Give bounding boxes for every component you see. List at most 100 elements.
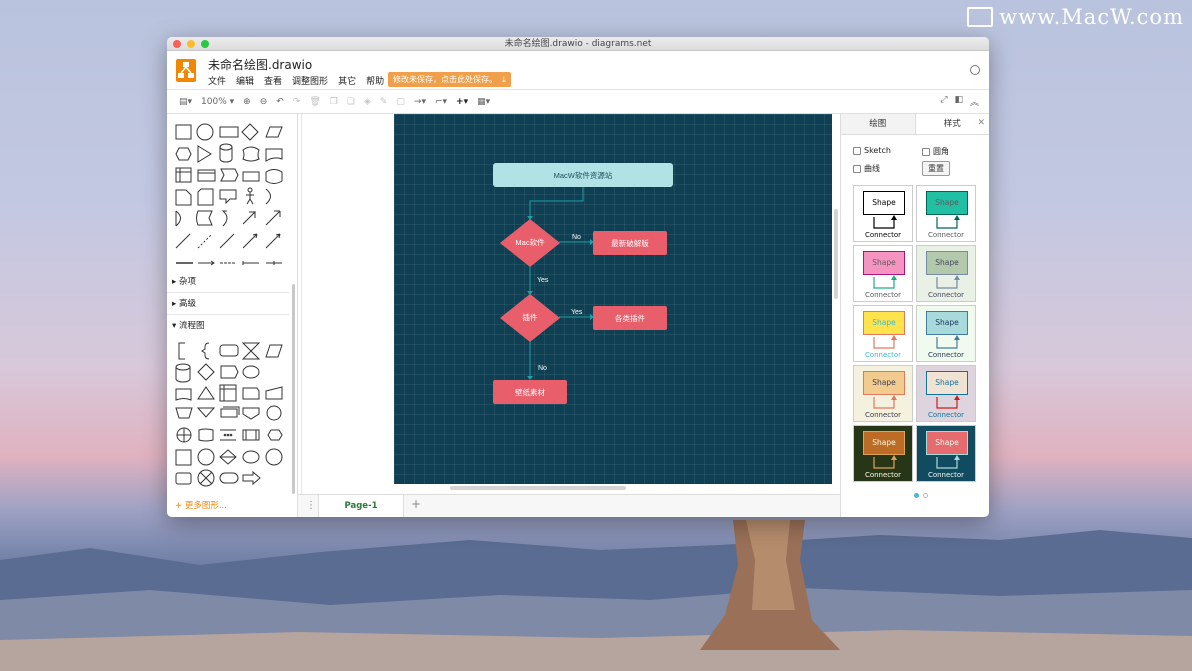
menu-arrange[interactable]: 调整图形 — [292, 74, 328, 87]
toolbar-right: ⤢ ◧ ︽ — [940, 95, 979, 108]
style-preset-card[interactable]: Shape Connector — [853, 365, 913, 422]
toolbar: ▤▾ 100% ▾ ⊕ ⊖ ↶ ↷ 🗑 ❐ ❏ ◈ ✎ ▢ →▾ ⌐▾ +▾ ▦… — [167, 90, 989, 114]
node-mac-software-label: Mac软件 — [515, 237, 545, 247]
style-preset-connector-label: Connector — [864, 351, 902, 359]
undo-icon[interactable]: ↶ — [276, 97, 284, 107]
close-window-button[interactable] — [173, 40, 181, 48]
traffic-lights — [173, 40, 209, 48]
zoom-window-button[interactable] — [201, 40, 209, 48]
panel-splitter[interactable] — [298, 114, 302, 494]
style-page-dot-1[interactable] — [914, 493, 919, 498]
reset-button[interactable]: 重置 — [922, 161, 950, 176]
style-preset-connector-label: Connector — [927, 411, 965, 419]
delete-icon[interactable]: 🗑 — [309, 97, 320, 107]
curved-option[interactable]: 曲线 — [853, 163, 880, 174]
document-title[interactable]: 未命名绘图.drawio — [208, 56, 312, 73]
page-tab[interactable]: Page-1 — [318, 495, 404, 517]
left-panel-scrollbar[interactable] — [292, 284, 295, 494]
menu-edit[interactable]: 编辑 — [236, 74, 254, 87]
style-preset-card[interactable]: Shape Connector — [916, 425, 976, 482]
minimize-window-button[interactable] — [187, 40, 195, 48]
monitor-icon — [967, 7, 994, 27]
section-misc-label: 杂项 — [178, 277, 196, 287]
format-panel: 绘图 样式 ✕ Sketch 圆角 曲线 重置 Shape Connector Sh… — [840, 114, 989, 517]
style-preset-connector-label: Connector — [927, 291, 965, 299]
unsaved-changes-button[interactable]: 修改未保存，点击此处保存。 ⤓ — [388, 72, 511, 87]
canvas-vertical-scrollbar[interactable] — [834, 209, 838, 299]
table-icon[interactable]: ▦▾ — [477, 97, 490, 107]
sketch-option[interactable]: Sketch — [853, 146, 891, 155]
style-page-dots — [914, 493, 928, 498]
section-advanced-label: 高级 — [178, 299, 196, 309]
zoom-in-icon[interactable]: ⊕ — [243, 97, 251, 107]
tab-diagram[interactable]: 绘图 — [841, 114, 916, 134]
zoom-select[interactable]: 100% ▾ — [201, 97, 234, 107]
rounded-label: 圆角 — [933, 147, 949, 156]
connection-style-icon[interactable]: →▾ — [414, 97, 426, 107]
drawio-logo-icon — [176, 59, 196, 82]
edge-label-yes-2: Yes — [571, 309, 583, 316]
style-preset-card[interactable]: Shape Connector — [853, 185, 913, 242]
menu-help[interactable]: 帮助 — [366, 74, 384, 87]
flowchart-diagram: MacW软件资源站 Mac软件 最新破解版 插件 各类插件 壁纸素材 No Ye… — [493, 163, 673, 404]
menu-file[interactable]: 文件 — [208, 74, 226, 87]
style-preset-card[interactable]: Shape Connector — [916, 245, 976, 302]
canvas-area: MacW软件资源站 Mac软件 最新破解版 插件 各类插件 壁纸素材 No Ye… — [298, 114, 840, 517]
section-misc[interactable]: ▸ 杂项 — [167, 271, 289, 293]
style-preset-card[interactable]: Shape Connector — [853, 425, 913, 482]
general-shapes-grid[interactable] — [173, 120, 289, 270]
style-preset-connector-label: Connector — [864, 471, 902, 479]
canvas-horizontal-scrollbar[interactable] — [450, 486, 626, 490]
add-page-icon[interactable]: + — [411, 497, 421, 511]
style-preset-card[interactable]: Shape Connector — [916, 305, 976, 362]
style-preset-card[interactable]: Shape Connector — [853, 305, 913, 362]
flowchart-shapes-grid[interactable] — [173, 340, 289, 488]
app-window: 未命名绘图.drawio - diagrams.net 未命名绘图.drawio… — [167, 37, 989, 517]
rounded-option[interactable]: 圆角 — [922, 146, 949, 157]
watermark: www.MacW.com — [967, 5, 1184, 29]
style-page-dot-2[interactable] — [923, 493, 928, 498]
menu-extras[interactable]: 其它 — [338, 74, 356, 87]
page-menu-icon[interactable]: ⋮ — [306, 500, 316, 511]
node-wallpaper-label: 壁纸素材 — [515, 387, 545, 397]
waypoints-icon[interactable]: ⌐▾ — [435, 97, 447, 107]
fullscreen-icon[interactable]: ⤢ — [940, 95, 947, 108]
to-front-icon[interactable]: ❐ — [330, 97, 338, 107]
sketch-label: Sketch — [864, 146, 891, 155]
sketch-checkbox[interactable] — [853, 146, 861, 155]
section-advanced[interactable]: ▸ 高级 — [167, 293, 289, 315]
style-preset-connector-label: Connector — [927, 231, 965, 239]
diagram-canvas[interactable]: MacW软件资源站 Mac软件 最新破解版 插件 各类插件 壁纸素材 No Ye… — [394, 114, 832, 484]
redo-icon[interactable]: ↷ — [293, 97, 301, 107]
line-color-icon[interactable]: ✎ — [380, 97, 388, 107]
language-globe-icon[interactable] — [970, 65, 980, 75]
watermark-text: www.MacW.com — [999, 5, 1184, 29]
unsaved-notice-text: 修改未保存，点击此处保存。 — [393, 75, 497, 84]
shape-library-panel: ▸ 杂项 ▸ 高级 ▾ 流程图 + 更多图形... — [167, 114, 298, 517]
window-title: 未命名绘图.drawio - diagrams.net — [504, 39, 652, 49]
curved-checkbox[interactable] — [853, 164, 861, 173]
node-plugin-label: 插件 — [523, 312, 538, 322]
section-flowchart[interactable]: ▾ 流程图 — [167, 315, 289, 337]
more-shapes-button[interactable]: + 更多图形... — [175, 499, 227, 511]
edge-top-to-mac — [529, 186, 584, 219]
menu-view[interactable]: 查看 — [264, 74, 282, 87]
format-tabs: 绘图 样式 — [841, 114, 989, 135]
fill-color-icon[interactable]: ◈ — [364, 97, 371, 107]
collapse-icon[interactable]: ︽ — [970, 95, 979, 108]
rounded-checkbox[interactable] — [922, 147, 930, 156]
format-panel-toggle-icon[interactable]: ▤▾ — [179, 97, 192, 107]
style-preset-card[interactable]: Shape Connector — [853, 245, 913, 302]
edge-label-yes-1: Yes — [537, 277, 549, 284]
to-back-icon[interactable]: ❏ — [347, 97, 355, 107]
shadow-icon[interactable]: ▢ — [396, 97, 405, 107]
insert-icon[interactable]: +▾ — [456, 97, 468, 107]
curved-label: 曲线 — [864, 164, 880, 173]
close-panel-icon[interactable]: ✕ — [977, 118, 985, 128]
format-icon[interactable]: ◧ — [954, 95, 963, 108]
style-preset-card[interactable]: Shape Connector — [916, 365, 976, 422]
save-icon: ⤓ — [499, 75, 506, 84]
style-preset-card[interactable]: Shape Connector — [916, 185, 976, 242]
section-flowchart-label: 流程图 — [178, 321, 205, 331]
zoom-out-icon[interactable]: ⊖ — [260, 97, 268, 107]
